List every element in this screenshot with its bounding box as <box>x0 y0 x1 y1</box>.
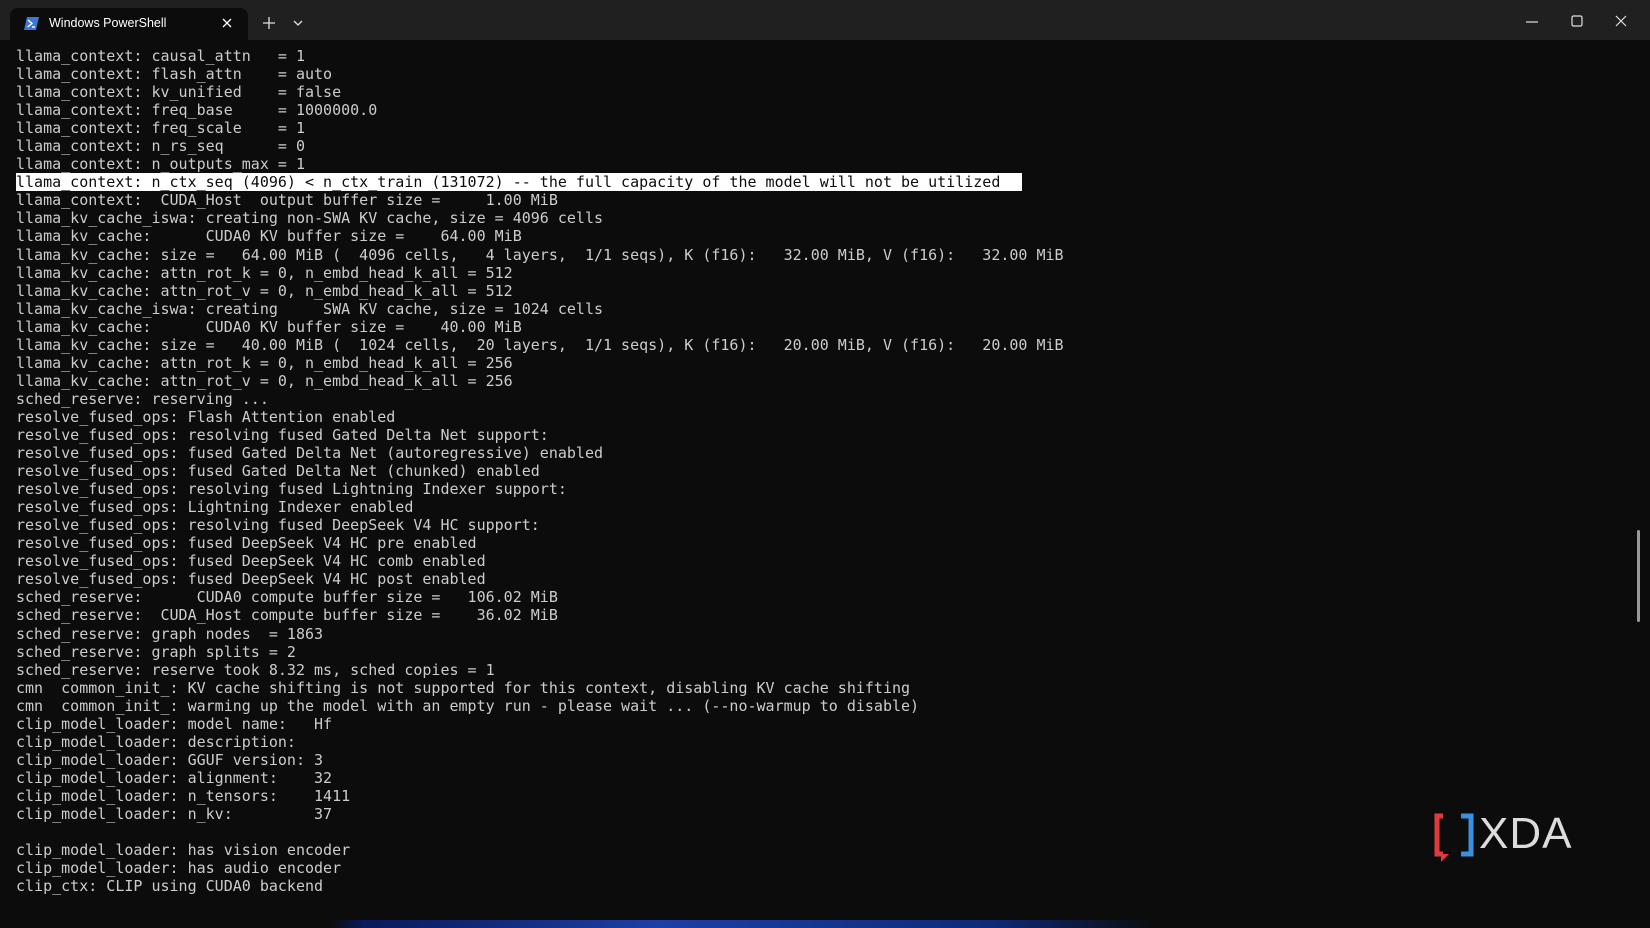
xda-logo-icon <box>1434 813 1474 862</box>
terminal-line: sched_reserve: graph splits = 2 <box>16 642 296 661</box>
terminal-line: resolve_fused_ops: fused Gated Delta Net… <box>16 462 540 481</box>
terminal-line: cmn common_init_: KV cache shifting is n… <box>16 678 911 697</box>
minimize-icon[interactable] <box>1524 14 1540 30</box>
terminal-line: llama_context: CUDA_Host output buffer s… <box>16 191 558 210</box>
terminal-line: clip_ctx: CLIP using CUDA0 backend <box>16 877 324 896</box>
terminal-output[interactable]: llama_context: causal_attn = 1 llama_cont… <box>16 47 1626 907</box>
terminal-line: clip_model_loader: alignment: 32 <box>16 768 333 787</box>
terminal-line: sched_reserve: reserving ... <box>16 389 269 408</box>
terminal-line: llama_kv_cache: CUDA0 KV buffer size = 4… <box>16 317 522 336</box>
close-tab-icon[interactable] <box>219 15 235 31</box>
maximize-icon[interactable] <box>1569 13 1585 29</box>
terminal-line: clip_model_loader: model name: Hf <box>16 714 333 733</box>
terminal-line: resolve_fused_ops: fused DeepSeek V4 HC … <box>16 534 477 553</box>
close-icon[interactable] <box>1613 13 1629 29</box>
terminal-line: sched_reserve: graph nodes = 1863 <box>16 624 324 643</box>
terminal-line: clip_model_loader: has audio encoder <box>16 859 342 878</box>
xda-logo-text: XDA <box>1479 809 1573 858</box>
terminal-line: llama_context: freq_base = 1000000.0 <box>16 101 378 120</box>
terminal-line: llama_context: flash_attn = auto <box>16 65 333 84</box>
plus-icon[interactable] <box>262 16 276 30</box>
terminal-window: Windows PowerShell llama_context: causal… <box>0 0 1650 928</box>
terminal-line: llama_kv_cache: attn_rot_k = 0, n_embd_h… <box>16 353 513 372</box>
terminal-line-selected: llama_context: n_ctx_seq (4096) < n_ctx_… <box>16 173 1626 192</box>
terminal-line: resolve_fused_ops: Lightning Indexer ena… <box>16 498 414 517</box>
terminal-line: llama_context: kv_unified = false <box>16 83 342 102</box>
terminal-line: resolve_fused_ops: resolving fused DeepS… <box>16 516 540 535</box>
terminal-line: llama_kv_cache: size = 40.00 MiB ( 1024 … <box>16 335 1064 354</box>
terminal-line: resolve_fused_ops: resolving fused Light… <box>16 480 567 499</box>
powershell-icon <box>24 17 39 30</box>
terminal-line: clip_model_loader: n_kv: 37 <box>16 804 333 823</box>
xda-logo: XDA <box>1433 812 1593 864</box>
terminal-line: sched_reserve: reserve took 8.32 ms, sch… <box>16 660 495 679</box>
terminal-line: resolve_fused_ops: Flash Attention enabl… <box>16 407 396 426</box>
terminal-line: resolve_fused_ops: resolving fused Gated… <box>16 425 549 444</box>
terminal-line: llama_kv_cache_iswa: creating non-SWA KV… <box>16 209 603 228</box>
tab-title: Windows PowerShell <box>49 16 167 30</box>
terminal-line: llama_kv_cache: CUDA0 KV buffer size = 6… <box>16 227 522 246</box>
terminal-line: resolve_fused_ops: fused Gated Delta Net… <box>16 444 603 463</box>
terminal-line: llama_context: freq_scale = 1 <box>16 119 305 138</box>
terminal-line: clip_model_loader: GGUF version: 3 <box>16 750 324 769</box>
terminal-line: llama_kv_cache: attn_rot_v = 0, n_embd_h… <box>16 371 513 390</box>
terminal-line: llama_context: n_rs_seq = 0 <box>16 137 305 156</box>
terminal-line: llama_kv_cache: attn_rot_k = 0, n_embd_h… <box>16 263 513 282</box>
terminal-line: clip_model_loader: description: <box>16 732 296 751</box>
terminal-line: llama_context: n_outputs_max = 1 <box>16 155 305 174</box>
chevron-down-icon[interactable] <box>291 18 305 28</box>
terminal-line: sched_reserve: CUDA0 compute buffer size… <box>16 588 558 607</box>
terminal-line: clip_model_loader: has vision encoder <box>16 841 351 860</box>
tab-windows-powershell[interactable]: Windows PowerShell <box>10 8 248 40</box>
terminal-line: sched_reserve: CUDA_Host compute buffer … <box>16 606 558 625</box>
selected-text: llama_context: n_ctx_seq (4096) < n_ctx_… <box>16 173 1023 192</box>
terminal-line: resolve_fused_ops: fused DeepSeek V4 HC … <box>16 570 486 589</box>
terminal-line: llama_kv_cache_iswa: creating SWA KV cac… <box>16 299 603 318</box>
terminal-line: llama_kv_cache: attn_rot_v = 0, n_embd_h… <box>16 281 513 300</box>
terminal-line: llama_context: causal_attn = 1 <box>16 47 305 65</box>
terminal-line: resolve_fused_ops: fused DeepSeek V4 HC … <box>16 552 486 571</box>
desktop-background-strip <box>0 920 1650 928</box>
terminal-line: clip_model_loader: n_tensors: 1411 <box>16 786 351 805</box>
scrollbar-thumb[interactable] <box>1637 530 1640 622</box>
title-bar: Windows PowerShell <box>0 0 1650 40</box>
terminal-line: llama_kv_cache: size = 64.00 MiB ( 4096 … <box>16 245 1064 264</box>
terminal-line: cmn common_init_: warming up the model w… <box>16 696 920 715</box>
